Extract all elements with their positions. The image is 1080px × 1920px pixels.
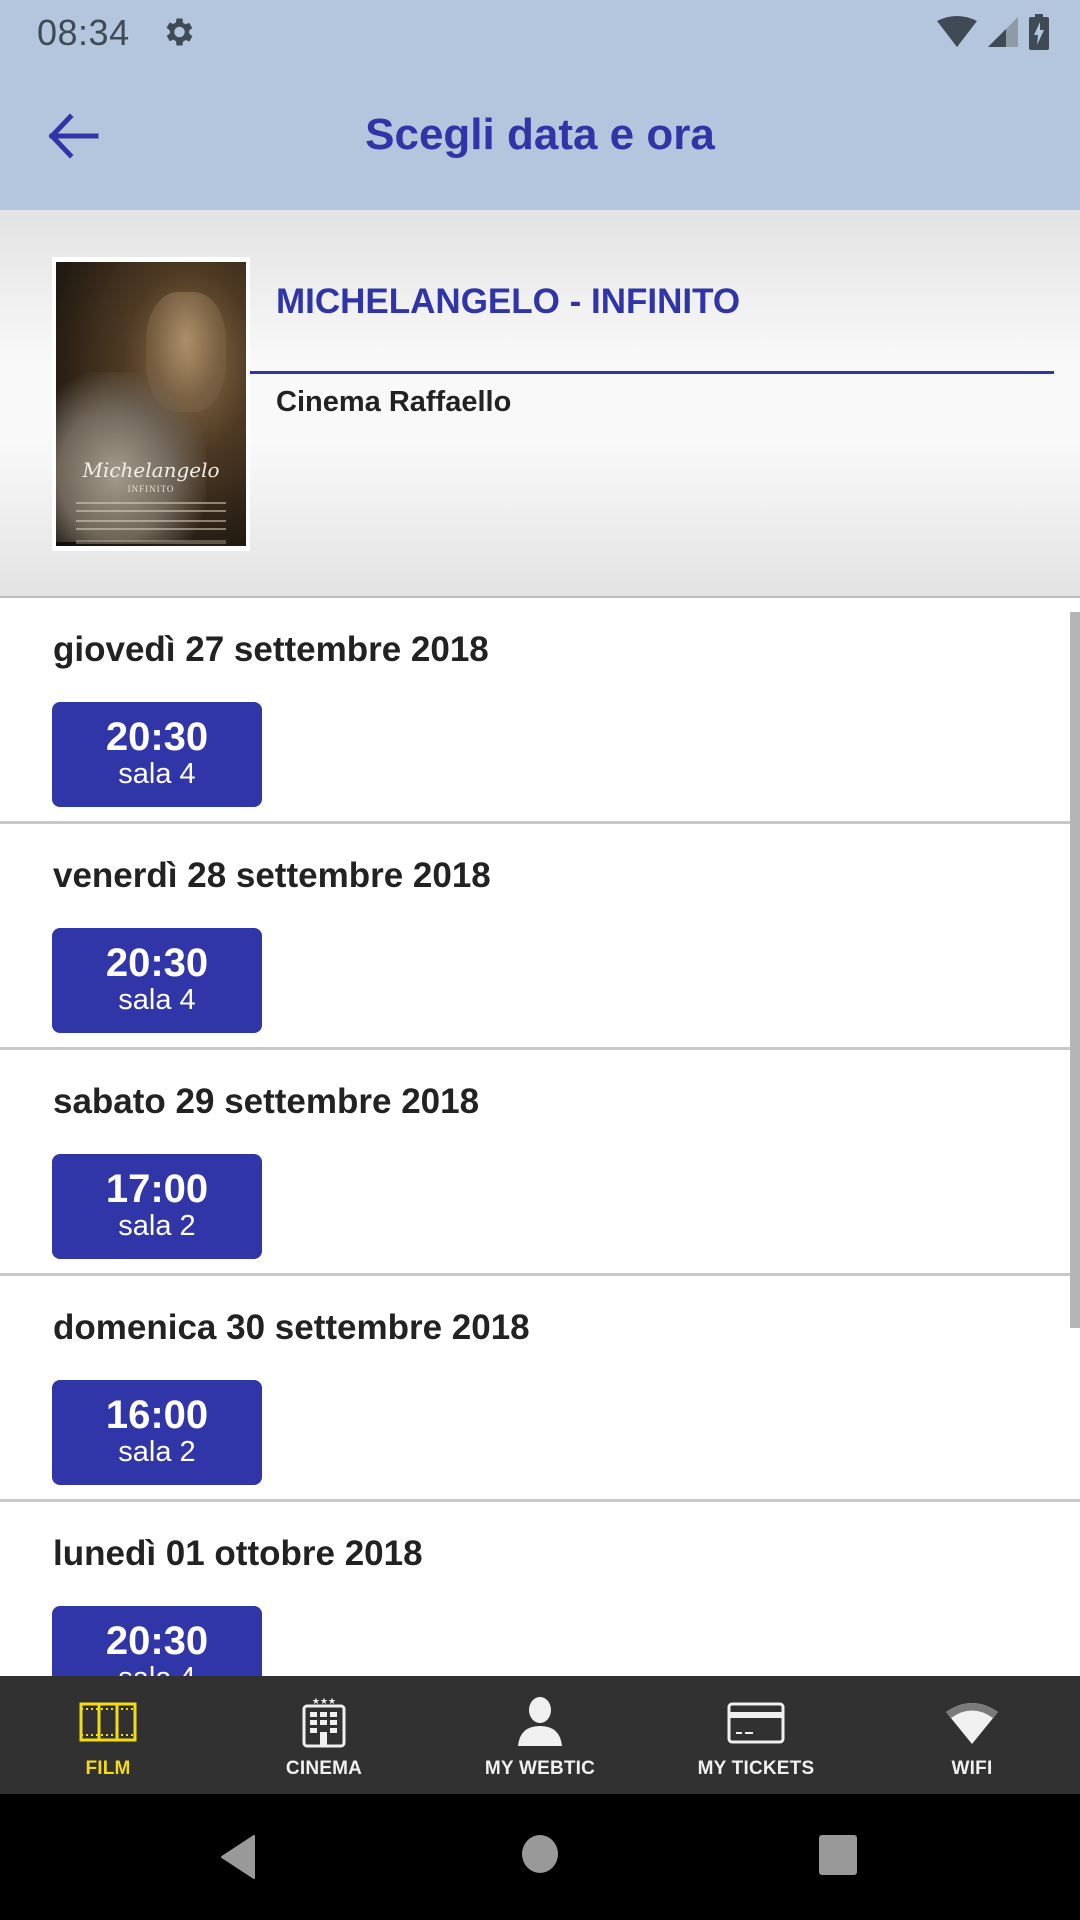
poster-title: Michelangelo — [82, 458, 220, 482]
cinema-name: Cinema Raffaello — [276, 386, 512, 418]
settings-icon — [166, 18, 193, 46]
credit-card-icon — [727, 1702, 785, 1744]
showtime-room: sala 2 — [118, 1210, 196, 1242]
day-label: venerdì 28 settembre 2018 — [53, 856, 491, 895]
poster-credits — [76, 502, 226, 504]
day-label: giovedì 27 settembre 2018 — [53, 630, 489, 669]
app-bar: Scegli data e ora — [0, 64, 1080, 210]
system-back-icon[interactable] — [218, 1834, 258, 1880]
poster-subtitle: INFINITO — [127, 484, 175, 494]
nav-item-cinema[interactable]: ★★★ CINEMA — [216, 1676, 432, 1794]
nav-item-my-tickets[interactable]: MY TICKETS — [648, 1676, 864, 1794]
nav-item-wifi[interactable]: WIFI — [864, 1676, 1080, 1794]
showtime-button[interactable]: 20:30 sala 4 — [52, 702, 262, 807]
status-bar: 08:34 — [0, 0, 1080, 64]
day-label: lunedì 01 ottobre 2018 — [53, 1534, 423, 1573]
nav-label: WIFI — [951, 1758, 993, 1779]
showtime-button[interactable]: 16:00 sala 2 — [52, 1380, 262, 1485]
building-icon: ★★★ — [302, 1696, 346, 1748]
day-label: sabato 29 settembre 2018 — [53, 1082, 480, 1121]
nav-label: MY WEBTIC — [484, 1758, 596, 1779]
showtime-room: sala 4 — [118, 758, 196, 790]
scrollbar[interactable] — [1070, 612, 1080, 1328]
nav-label: MY TICKETS — [697, 1758, 815, 1779]
poster-logos — [76, 540, 226, 544]
battery-charging-icon — [1029, 14, 1049, 50]
nav-label: CINEMA — [285, 1758, 363, 1779]
showtime-button[interactable]: 20:30 sala 4 — [52, 928, 262, 1033]
showtime-time: 20:30 — [105, 715, 209, 759]
showtime-room: sala 4 — [118, 984, 196, 1016]
wifi-signal-icon — [937, 16, 977, 47]
poster-credits — [76, 528, 226, 530]
showtime-list[interactable]: giovedì 27 settembre 2018 20:30 sala 4 v… — [0, 598, 1080, 1676]
film-strip-icon — [79, 1702, 137, 1742]
nav-label: FILM — [85, 1758, 131, 1779]
movie-title: MICHELANGELO - INFINITO — [276, 282, 741, 321]
showtime-time: 20:30 — [105, 941, 209, 985]
page-title: Scegli data e ora — [365, 110, 715, 159]
nav-item-my-webtic[interactable]: MY WEBTIC — [432, 1676, 648, 1794]
movie-header: Michelangelo INFINITO MICHELANGELO - INF… — [0, 210, 1080, 598]
system-nav-bar — [0, 1794, 1080, 1920]
day-label: domenica 30 settembre 2018 — [53, 1308, 530, 1347]
poster-credits — [76, 510, 226, 512]
user-icon — [518, 1697, 562, 1746]
day-section: domenica 30 settembre 2018 16:00 sala 2 — [0, 1276, 1080, 1502]
showtime-button[interactable]: 17:00 sala 2 — [52, 1154, 262, 1259]
showtime-room: sala 4 — [52, 1662, 262, 1676]
poster-figure — [56, 372, 206, 542]
showtime-button[interactable]: 20:30 sala 4 — [52, 1606, 262, 1676]
day-section: lunedì 01 ottobre 2018 20:30 sala 4 — [0, 1502, 1080, 1676]
status-time: 08:34 — [37, 12, 130, 53]
showtime-time: 17:00 — [105, 1167, 209, 1211]
day-section: venerdì 28 settembre 2018 20:30 sala 4 — [0, 824, 1080, 1050]
wifi-icon — [946, 1703, 998, 1744]
showtime-time: 20:30 — [105, 1619, 209, 1663]
poster-credits — [76, 520, 226, 522]
title-divider — [250, 371, 1054, 374]
system-home-icon[interactable] — [521, 1834, 559, 1874]
nav-item-film[interactable]: FILM — [0, 1676, 216, 1794]
bottom-nav: FILM ★★★ CINEMA MY WEBTIC MY TICKETS WIF… — [0, 1676, 1080, 1794]
cell-signal-icon — [988, 17, 1018, 47]
system-recents-icon[interactable] — [818, 1834, 858, 1876]
day-section: sabato 29 settembre 2018 17:00 sala 2 — [0, 1050, 1080, 1276]
showtime-room: sala 2 — [118, 1436, 196, 1468]
showtime-time: 16:00 — [105, 1393, 209, 1437]
movie-poster[interactable]: Michelangelo INFINITO — [52, 257, 250, 551]
day-section: giovedì 27 settembre 2018 20:30 sala 4 — [0, 598, 1080, 824]
poster-image: Michelangelo INFINITO — [56, 262, 246, 546]
